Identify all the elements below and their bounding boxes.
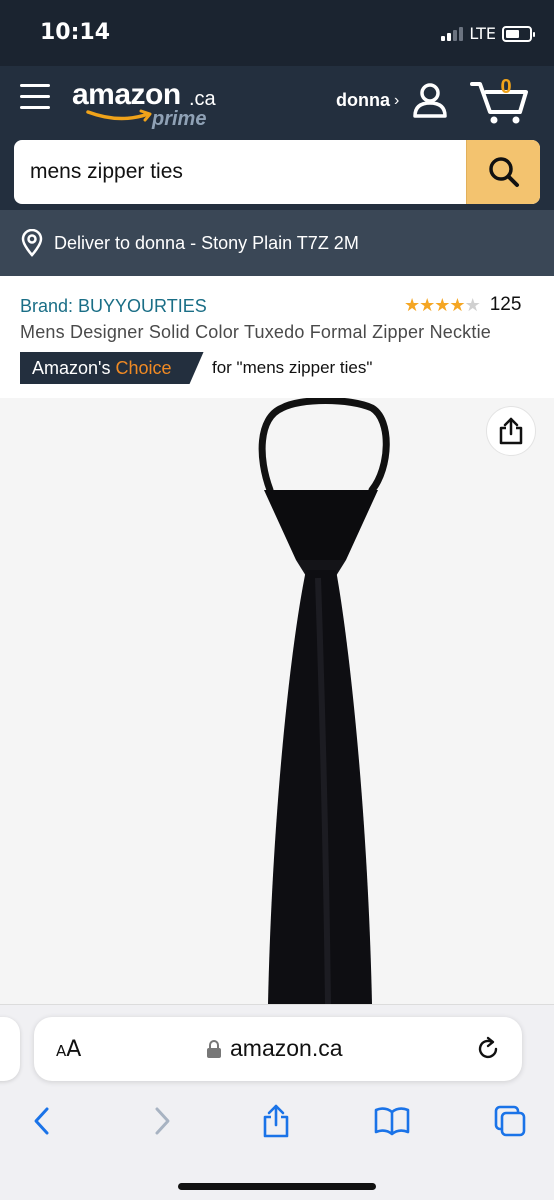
url-text: amazon.ca <box>230 1035 343 1061</box>
browser-toolbar: AA amazon.ca <box>0 1004 554 1200</box>
bookmarks-icon <box>374 1107 410 1136</box>
star-filled-icon: ★ <box>449 294 465 315</box>
badge-keyword: for "mens zipper ties" <box>212 358 373 377</box>
product-title: Mens Designer Solid Color Tuxedo Formal … <box>20 322 491 342</box>
back-button[interactable] <box>22 1101 62 1141</box>
status-bar: 10:14 LTE <box>0 0 554 66</box>
cart-count: 0 <box>500 76 512 98</box>
previous-tab-peek[interactable] <box>0 1017 20 1081</box>
star-filled-icon: ★ <box>419 294 435 315</box>
product-image-area[interactable] <box>0 398 554 1004</box>
forward-button[interactable] <box>142 1101 182 1141</box>
address-bar[interactable]: AA amazon.ca <box>34 1017 522 1081</box>
status-indicators: LTE <box>441 24 535 43</box>
status-time: 10:14 <box>40 20 111 45</box>
url-display[interactable]: amazon.ca <box>206 1035 343 1062</box>
account-name: donna <box>336 90 390 110</box>
amazons-choice-badge: Amazon's Choice <box>20 352 204 384</box>
tabs-icon <box>494 1105 526 1137</box>
search-input[interactable] <box>14 140 466 204</box>
logo-smile-icon <box>86 109 152 122</box>
back-icon <box>34 1107 49 1135</box>
share-icon <box>499 417 523 445</box>
logo-prime: prime <box>152 108 207 130</box>
product-info: Brand: BUYYOURTIES ★★★★★ 125 Mens Design… <box>0 276 554 398</box>
account-link[interactable]: donna › <box>336 90 399 111</box>
delivery-text: Deliver to donna - Stony Plain T7Z 2M <box>54 232 359 253</box>
browser-nav-row <box>0 1097 554 1147</box>
text-size-button[interactable]: AA <box>56 1037 81 1062</box>
battery-icon <box>502 25 535 42</box>
search-icon <box>488 157 519 187</box>
reload-icon[interactable] <box>474 1035 502 1063</box>
share-icon <box>263 1104 289 1138</box>
brand-link[interactable]: Brand: BUYYOURTIES <box>20 296 207 317</box>
signal-icon <box>441 26 464 41</box>
logo-text: amazon <box>72 78 181 111</box>
share-button[interactable] <box>486 406 536 456</box>
search-bar <box>14 140 540 204</box>
network-label: LTE <box>469 24 496 43</box>
chevron-right-icon: › <box>394 91 400 109</box>
bookmarks-button[interactable] <box>372 1101 412 1141</box>
star-filled-icon: ★ <box>404 294 420 315</box>
browser-share-button[interactable] <box>256 1101 296 1141</box>
tabs-button[interactable] <box>490 1101 530 1141</box>
user-icon[interactable] <box>410 80 450 120</box>
location-pin-icon <box>21 229 43 257</box>
product-rating[interactable]: ★★★★★ 125 <box>404 294 521 316</box>
amazon-logo[interactable]: amazon .ca prime <box>72 78 222 130</box>
cart-button[interactable]: 0 <box>470 74 530 124</box>
rating-stars: ★★★★★ <box>404 294 481 316</box>
product-image <box>258 398 390 1004</box>
badge-highlight: Choice <box>115 357 172 378</box>
search-button[interactable] <box>466 140 540 204</box>
rating-count: 125 <box>489 294 522 315</box>
lock-icon <box>207 1039 221 1058</box>
delivery-location[interactable]: Deliver to donna - Stony Plain T7Z 2M <box>0 210 554 276</box>
forward-icon <box>155 1107 170 1135</box>
home-indicator[interactable] <box>178 1183 376 1190</box>
star-filled-icon: ★ <box>434 294 450 315</box>
menu-icon[interactable] <box>20 84 50 112</box>
badge-prefix: Amazon's <box>32 357 111 378</box>
amazon-header: amazon .ca prime donna › 0 <box>0 66 554 210</box>
star-empty-icon: ★ <box>464 294 481 315</box>
